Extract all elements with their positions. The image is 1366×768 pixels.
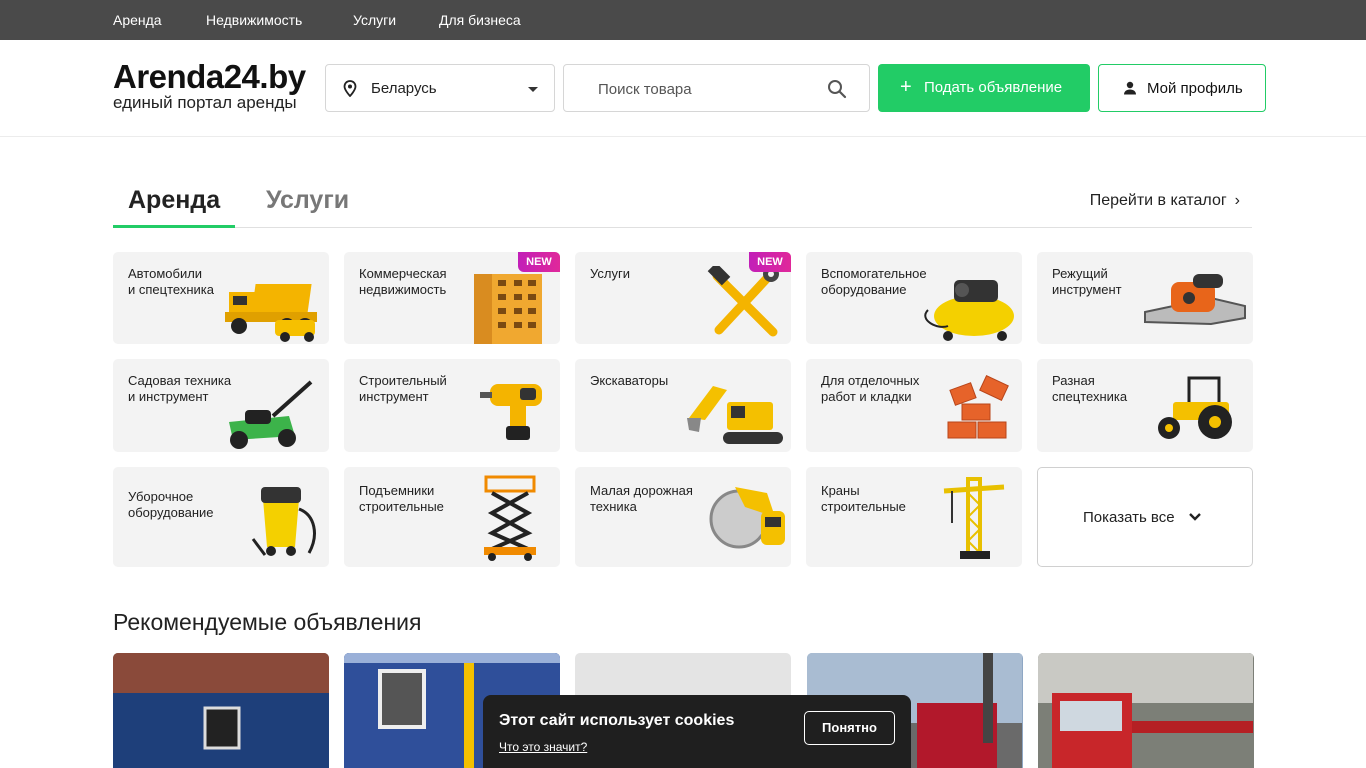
chevron-right-icon: › xyxy=(1234,192,1240,209)
category-road-machinery[interactable]: Малая дорожная техника xyxy=(575,467,791,567)
user-icon xyxy=(1123,81,1137,99)
category-garden[interactable]: Садовая техника и инструмент xyxy=(113,359,329,452)
category-commercial-realty[interactable]: Коммерческая недвижимость NEW xyxy=(344,252,560,344)
topnav-rent[interactable]: Аренда xyxy=(113,0,162,40)
hammer-wrench-icon xyxy=(707,266,779,337)
dump-truck-icon xyxy=(225,284,317,342)
tab-services[interactable]: Услуги xyxy=(266,186,349,215)
show-all-button[interactable]: Показать все xyxy=(1037,467,1253,567)
tractor-icon xyxy=(1158,376,1232,439)
chevron-down-icon xyxy=(1188,510,1202,529)
cookie-banner: Этот сайт использует cookies Что это зна… xyxy=(483,695,911,768)
lawn-mower-icon xyxy=(229,380,313,449)
category-vehicles[interactable]: Автомобили и спецтехника xyxy=(113,252,329,344)
topnav-business[interactable]: Для бизнеса xyxy=(439,0,521,40)
active-tab-indicator xyxy=(113,225,235,228)
category-finishing[interactable]: Для отделочных работ и кладки xyxy=(806,359,1022,452)
listing-image[interactable] xyxy=(113,653,329,768)
profile-button[interactable]: Мой профиль xyxy=(1098,64,1266,112)
concrete-saw-icon xyxy=(709,487,785,549)
plus-icon: + xyxy=(900,76,912,98)
logo-subtitle: единый портал аренды xyxy=(113,93,297,112)
cookie-title: Этот сайт использует cookies xyxy=(499,712,735,729)
cookie-info-link[interactable]: Что это значит? xyxy=(499,740,587,754)
listing-image[interactable] xyxy=(1038,653,1254,768)
catalog-link[interactable]: Перейти в каталог › xyxy=(1090,192,1240,210)
vacuum-cleaner-icon xyxy=(251,487,316,556)
cookie-accept-button[interactable]: Понятно xyxy=(804,711,895,745)
category-aux-equipment[interactable]: Вспомогательное оборудование xyxy=(806,252,1022,344)
search-icon[interactable] xyxy=(827,79,847,104)
excavator-icon xyxy=(687,386,783,444)
add-listing-button[interactable]: + Подать объявление xyxy=(878,64,1090,112)
recommended-title: Рекомендуемые объявления xyxy=(113,609,422,635)
caret-down-icon xyxy=(528,87,538,92)
search-input[interactable] xyxy=(598,77,818,101)
chainsaw-icon xyxy=(1144,274,1246,326)
header: Arenda24.by единый портал аренды Беларус… xyxy=(0,40,1366,137)
tower-crane-icon xyxy=(943,477,1005,559)
category-cleaning[interactable]: Уборочное оборудование xyxy=(113,467,329,567)
compressor-icon xyxy=(924,280,1014,341)
category-misc-machinery[interactable]: Разная спецтехника xyxy=(1037,359,1253,452)
category-cutting-tools[interactable]: Режущий инструмент xyxy=(1037,252,1253,344)
region-select[interactable]: Беларусь xyxy=(325,64,555,112)
category-tabs: Аренда Услуги Перейти в каталог › xyxy=(113,178,1252,228)
tab-rent[interactable]: Аренда xyxy=(128,186,220,215)
location-pin-icon xyxy=(343,80,357,102)
region-value: Беларусь xyxy=(371,80,437,97)
new-badge: NEW xyxy=(518,252,560,272)
category-services[interactable]: Услуги NEW xyxy=(575,252,791,344)
category-lifts[interactable]: Подъемники строительные xyxy=(344,467,560,567)
scissor-lift-icon xyxy=(484,475,536,561)
top-nav: Аренда Недвижимость Услуги Для бизнеса xyxy=(0,0,1366,40)
new-badge: NEW xyxy=(749,252,791,272)
category-cranes[interactable]: Краны строительные xyxy=(806,467,1022,567)
logo-title[interactable]: Arenda24.by xyxy=(113,58,306,96)
category-excavators[interactable]: Экскаваторы xyxy=(575,359,791,452)
building-icon xyxy=(474,274,542,344)
topnav-realty[interactable]: Недвижимость xyxy=(206,0,302,40)
category-construction-tools[interactable]: Строительный инструмент xyxy=(344,359,560,452)
search-box xyxy=(563,64,870,112)
bricks-icon xyxy=(947,375,1009,439)
drill-icon xyxy=(480,384,542,440)
topnav-services[interactable]: Услуги xyxy=(353,0,396,40)
